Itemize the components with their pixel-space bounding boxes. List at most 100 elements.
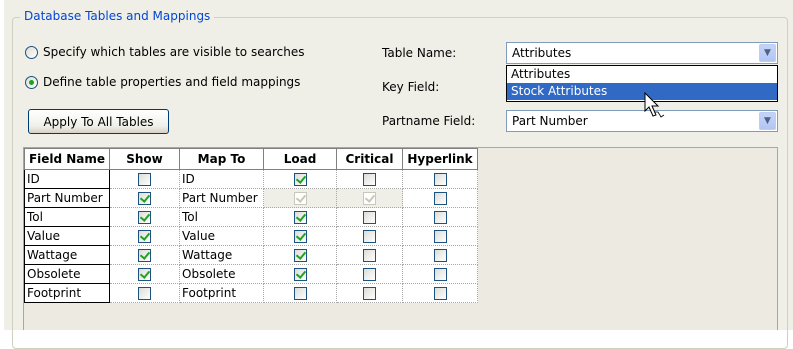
show-checkbox[interactable] (138, 249, 151, 262)
hyperlink-checkbox[interactable] (433, 287, 447, 300)
column-header-field-name[interactable]: Field Name (24, 148, 110, 170)
cell-show (109, 226, 180, 246)
partname-field-value: Part Number (512, 114, 588, 128)
cell-hyperlink (402, 188, 478, 208)
radio-dot-icon (29, 79, 34, 85)
cell-load (263, 226, 337, 246)
hyperlink-checkbox[interactable] (433, 249, 447, 262)
cell-load (263, 207, 337, 227)
critical-checkbox[interactable] (363, 173, 376, 186)
show-checkbox[interactable] (138, 287, 151, 300)
partname-field-combo[interactable]: Part Number ▼ (506, 110, 778, 132)
cell-map-to[interactable]: Obsolete (179, 264, 264, 284)
cell-field-name[interactable]: Part Number (24, 188, 110, 208)
table-row: Obsolete Obsolete (24, 264, 478, 284)
cell-show (109, 245, 180, 265)
mouse-pointer-icon (644, 92, 665, 118)
critical-checkbox[interactable] (363, 192, 376, 205)
hyperlink-checkbox[interactable] (433, 268, 447, 281)
key-field-label: Key Field: (382, 80, 440, 94)
load-checkbox[interactable] (293, 268, 307, 281)
option-specify-visible-tables[interactable]: Specify which tables are visible to sear… (25, 45, 304, 59)
dropdown-item-stock-attributes[interactable]: Stock Attributes (507, 83, 777, 100)
cell-field-name[interactable]: ID (24, 169, 110, 189)
cell-critical (336, 188, 403, 208)
cell-hyperlink (402, 283, 478, 303)
table-name-dropdown[interactable]: Attributes Stock Attributes (506, 65, 778, 102)
cell-show (109, 283, 180, 303)
cell-load (263, 264, 337, 284)
table-row: Footprint Footprint (24, 283, 478, 303)
radio-button-unselected[interactable] (25, 45, 38, 59)
cell-map-to[interactable]: Footprint (179, 283, 264, 303)
dropdown-item-attributes[interactable]: Attributes (507, 66, 777, 83)
show-checkbox[interactable] (138, 173, 151, 186)
table-row: ID ID (24, 169, 478, 189)
cell-critical (336, 283, 403, 303)
chevron-down-icon[interactable]: ▼ (759, 112, 776, 130)
cell-hyperlink (402, 207, 478, 227)
cell-critical (336, 169, 403, 189)
critical-checkbox[interactable] (363, 230, 376, 243)
cell-critical (336, 245, 403, 265)
cell-hyperlink (402, 245, 478, 265)
show-checkbox[interactable] (138, 211, 151, 224)
cell-hyperlink (402, 169, 478, 189)
hyperlink-checkbox[interactable] (433, 211, 447, 224)
table-row: Wattage Wattage (24, 245, 478, 265)
cell-field-name[interactable]: Value (24, 226, 110, 246)
table-row: Tol Tol (24, 207, 478, 227)
table-name-value: Attributes (512, 46, 572, 60)
cell-load (263, 188, 337, 208)
show-checkbox[interactable] (138, 230, 151, 243)
cell-load (263, 245, 337, 265)
cell-show (109, 169, 180, 189)
column-header-map-to[interactable]: Map To (179, 148, 264, 170)
load-checkbox[interactable] (293, 249, 307, 262)
hyperlink-checkbox[interactable] (433, 192, 447, 205)
cell-field-name[interactable]: Footprint (24, 283, 110, 303)
cell-map-to[interactable]: Value (179, 226, 264, 246)
option-label: Define table properties and field mappin… (43, 75, 301, 89)
cell-map-to[interactable]: ID (179, 169, 264, 189)
hyperlink-checkbox[interactable] (433, 230, 447, 243)
cell-field-name[interactable]: Obsolete (24, 264, 110, 284)
load-checkbox[interactable] (293, 211, 307, 224)
table-row: Part Number Part Number (24, 188, 478, 208)
cell-map-to[interactable]: Wattage (179, 245, 264, 265)
cell-hyperlink (402, 226, 478, 246)
radio-button-selected[interactable] (25, 75, 38, 89)
show-checkbox[interactable] (138, 192, 151, 205)
load-checkbox[interactable] (293, 230, 307, 243)
critical-checkbox[interactable] (363, 287, 376, 300)
dialog-root: Database Tables and Mappings Specify whi… (0, 0, 793, 349)
critical-checkbox[interactable] (363, 211, 376, 224)
load-checkbox[interactable] (293, 173, 307, 186)
cell-hyperlink (402, 264, 478, 284)
load-checkbox[interactable] (293, 287, 307, 300)
critical-checkbox[interactable] (363, 249, 376, 262)
cell-field-name[interactable]: Wattage (24, 245, 110, 265)
table-name-combo[interactable]: Attributes ▼ (506, 42, 778, 64)
cell-show (109, 188, 180, 208)
table-row: Value Value (24, 226, 478, 246)
show-checkbox[interactable] (138, 268, 151, 281)
grid-header-row: Field Name Show Map To Load Critical Hyp… (24, 148, 478, 170)
cell-critical (336, 226, 403, 246)
column-header-hyperlink[interactable]: Hyperlink (402, 148, 478, 170)
column-header-load[interactable]: Load (263, 148, 337, 170)
cell-map-to[interactable]: Tol (179, 207, 264, 227)
load-checkbox[interactable] (293, 192, 307, 205)
cell-map-to[interactable]: Part Number (179, 188, 264, 208)
column-header-show[interactable]: Show (109, 148, 180, 170)
cell-field-name[interactable]: Tol (24, 207, 110, 227)
field-mapping-grid: Field Name Show Map To Load Critical Hyp… (24, 148, 478, 303)
option-define-table-properties[interactable]: Define table properties and field mappin… (25, 75, 300, 89)
chevron-down-icon[interactable]: ▼ (759, 44, 776, 62)
column-header-critical[interactable]: Critical (336, 148, 403, 170)
apply-to-all-tables-button[interactable]: Apply To All Tables (28, 109, 169, 134)
option-label: Specify which tables are visible to sear… (43, 45, 305, 59)
critical-checkbox[interactable] (363, 268, 376, 281)
partname-field-label: Partname Field: (382, 114, 476, 128)
hyperlink-checkbox[interactable] (433, 173, 447, 186)
